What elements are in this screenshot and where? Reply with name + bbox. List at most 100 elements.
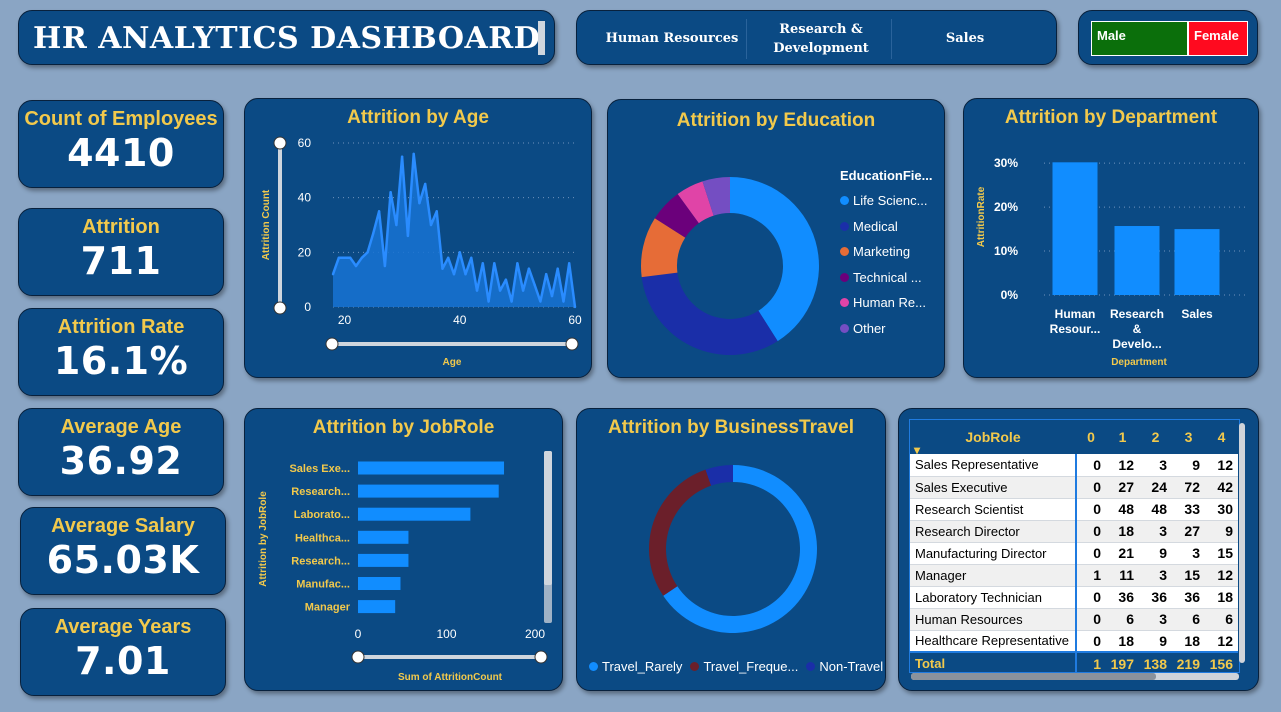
matrix-horizontal-scroll-thumb[interactable] [911,673,1156,680]
data-point [441,267,444,270]
matrix-column-header[interactable]: 1 [1106,420,1139,454]
matrix-column-header[interactable]: 0 [1076,420,1106,454]
matrix-vertical-scrollbar[interactable] [1239,423,1245,663]
kpi-average-salary: Average Salary 65.03K [20,507,226,595]
slicer-human-resources[interactable]: Human Resources [597,11,747,64]
legend-title: EducationFie... [840,168,933,183]
data-point [429,223,433,227]
slicer-female[interactable]: Female [1188,21,1248,56]
legend-item[interactable]: Life Scienc... [840,188,932,214]
table-row[interactable]: Sales Representative 0 12 3 9 12 [910,454,1238,477]
matrix-cell: 21 [1106,542,1139,565]
matrix-cell: 18 [1172,630,1205,653]
matrix-cell: 9 [1172,454,1205,477]
x-range-slider-handle[interactable] [351,650,365,664]
matrix-cell: 27 [1106,476,1139,499]
data-point [573,305,577,309]
legend-item[interactable]: Non-Travel [806,659,883,674]
legend-label: Non-Travel [819,659,884,674]
bar-research[interactable] [358,484,499,498]
data-point [550,294,554,298]
table-row[interactable]: Laboratory Technician 0 36 36 36 18 [910,586,1238,609]
kpi-attrition-rate: Attrition Rate 16.1% [18,308,224,396]
data-point [516,262,519,265]
legend-item[interactable]: Human Re... [840,290,932,316]
x-tick-label: Research [1110,307,1164,321]
table-row[interactable]: Healthcare Representative 0 18 9 18 12 [910,630,1238,653]
age-area-chart: 0 20 40 60 20 40 60 Attrition Count Age [261,136,582,368]
table-row[interactable]: Human Resources 0 6 3 6 6 [910,608,1238,631]
table-row[interactable]: Manufacturing Director 0 21 9 3 15 [910,542,1238,565]
data-point [521,289,525,292]
matrix-column-header[interactable]: 2 [1139,420,1172,454]
matrix-corner-header[interactable]: JobRole ▾ [910,420,1076,457]
table-row[interactable]: Sales Executive 0 27 24 72 42 [910,476,1238,499]
text-cursor [538,21,545,55]
legend-item[interactable]: Travel_Rarely [589,659,682,674]
matrix-table: JobRole ▾ 0 1 2 3 4 Sales Representative 0 12 3 9 12… [910,420,1238,672]
matrix-column-header[interactable]: 4 [1205,420,1238,454]
bar-sales[interactable] [1174,229,1220,295]
matrix-cell: 18 [1106,630,1139,653]
donut-slice-travel-freque[interactable] [649,469,712,596]
kpi-label: Attrition Rate [57,316,185,338]
table-row[interactable]: Manager 1 11 3 15 12 [910,564,1238,587]
bar-research[interactable] [358,553,409,567]
data-point [470,256,473,259]
y-range-slider-handle[interactable] [273,301,287,315]
x-tick-label: 20 [338,313,352,327]
kpi-value: 711 [80,239,162,283]
data-point [475,289,479,292]
legend-label: Medical [853,218,898,234]
kpi-count-of-employees: Count of Employees 4410 [18,100,224,188]
data-point [562,300,565,303]
data-point [377,210,381,213]
sort-arrow-icon[interactable]: ▾ [914,443,920,457]
matrix-cell: 12 [1205,630,1238,653]
matrix-cell: 12 [1205,564,1238,587]
kpi-average-age: Average Age 36.92 [18,408,224,496]
y-range-slider-handle[interactable] [273,136,287,150]
legend-item[interactable]: Marketing [840,239,932,265]
y-tick-label: 0% [1001,288,1019,302]
slicer-research-development[interactable]: Research & Development [751,11,891,64]
x-range-slider-handle[interactable] [565,337,579,351]
bar-laborato[interactable] [358,507,471,521]
table-row[interactable]: Research Director 0 18 3 27 9 [910,520,1238,543]
matrix-cell: 15 [1172,564,1205,587]
data-point [533,283,536,287]
x-tick-label: Resour... [1050,322,1101,336]
bar-human-resour[interactable] [1052,162,1098,295]
matrix-total-label: Total [910,651,1076,672]
bar-manufac[interactable] [358,577,401,590]
chart-attrition-by-department: Attrition by Department 0% 10% 20% 30% Human… [963,98,1259,378]
x-range-slider-handle[interactable] [325,337,339,351]
y-axis-label: Attrition Count [261,189,272,260]
donut-slice-life-scienc[interactable] [730,177,819,342]
matrix-horizontal-scrollbar[interactable] [911,673,1239,680]
kpi-label: Attrition [82,216,160,238]
legend-label: Life Scienc... [853,193,928,209]
donut-slice-medical[interactable] [641,272,778,355]
legend-item[interactable]: Medical [840,214,932,240]
bar-manager[interactable] [358,600,396,614]
matrix-column-header[interactable]: 3 [1172,420,1205,454]
slicer-male[interactable]: Male [1091,21,1188,56]
matrix-cell: 0 [1075,498,1106,521]
legend-item[interactable]: Travel_Freque... [690,659,798,674]
matrix-row-label: Manufacturing Director [910,542,1076,565]
bar-sales-exe[interactable] [358,461,505,475]
chart-scroll-thumb[interactable] [544,451,552,585]
slicer-sales[interactable]: Sales [895,11,1035,64]
legend-item[interactable]: Technical ... [840,265,932,291]
table-row[interactable]: Research Scientist 0 48 48 33 30 [910,498,1238,521]
bar-research-develo[interactable] [1114,226,1160,295]
x-tick-label: Develo... [1112,337,1161,351]
data-point [343,256,346,259]
data-point [337,256,340,259]
x-range-slider-handle[interactable] [534,650,548,664]
matrix-cell: 42 [1205,476,1238,499]
bar-healthca[interactable] [358,530,409,544]
legend-item[interactable]: Other [840,316,932,342]
data-point [504,278,508,281]
